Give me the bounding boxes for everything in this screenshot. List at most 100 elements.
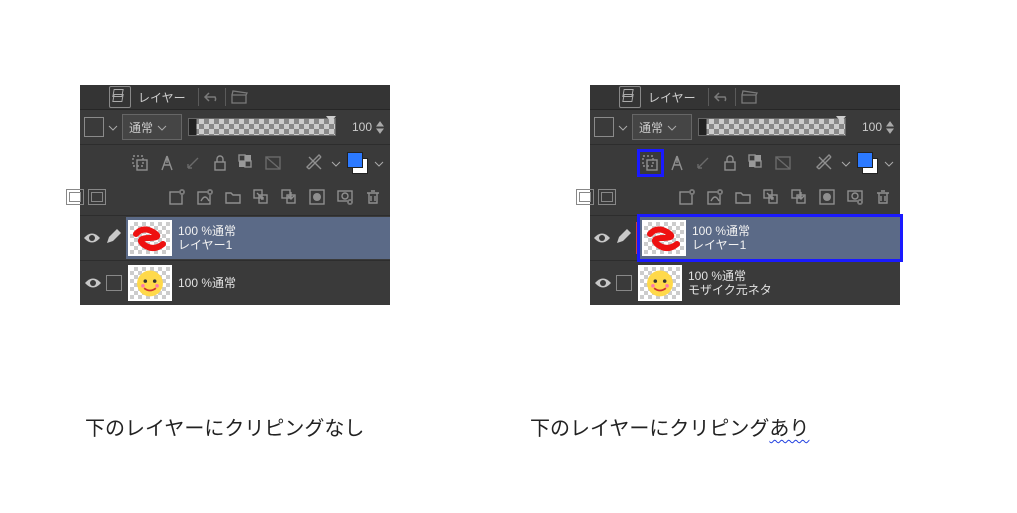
create-mask-icon[interactable] — [306, 186, 328, 208]
undo-icon[interactable] — [201, 87, 223, 107]
opacity-value: 100 — [342, 120, 372, 134]
delete-layer-icon[interactable] — [362, 186, 384, 208]
caption-right: 下のレイヤーにクリピングあり — [530, 412, 809, 441]
layer-row[interactable]: 100 %通常 — [126, 262, 390, 304]
new-vector-layer-icon[interactable] — [704, 186, 726, 208]
new-raster-layer-icon[interactable] — [676, 186, 698, 208]
divider — [735, 88, 736, 106]
layer-name: レイヤー1 — [692, 238, 750, 252]
undo-icon[interactable] — [711, 87, 733, 107]
layer-item[interactable]: 100 %通常 モザイク元ネタ — [590, 260, 900, 305]
menu-icon[interactable] — [594, 88, 612, 106]
chevron-down-icon[interactable] — [618, 122, 628, 132]
draft-layer-icon[interactable] — [183, 152, 204, 174]
layer-name: レイヤー1 — [178, 238, 236, 252]
layer-thumbnail — [642, 220, 686, 256]
transfer-down-icon[interactable] — [250, 186, 272, 208]
layer-operation-icons-row-2 — [590, 181, 900, 215]
ruler-toggle-icon[interactable] — [815, 152, 836, 174]
clapperboard-icon[interactable] — [228, 87, 250, 107]
new-raster-layer-icon[interactable] — [166, 186, 188, 208]
divider — [198, 88, 199, 106]
chevron-down-icon — [667, 122, 677, 132]
palette-dock-icon[interactable] — [576, 189, 594, 205]
layer-opacity-blend: 100 %通常 — [178, 276, 236, 290]
ruler-toggle-icon[interactable] — [305, 152, 326, 174]
opacity-value: 100 — [852, 120, 882, 134]
transfer-down-icon[interactable] — [760, 186, 782, 208]
layer-color-swatch[interactable] — [857, 152, 878, 174]
edit-pencil-icon[interactable] — [615, 229, 633, 247]
merge-down-icon[interactable] — [788, 186, 810, 208]
opacity-spinner[interactable] — [886, 118, 896, 136]
layer-opacity-blend: 100 %通常 — [178, 224, 236, 238]
chevron-down-icon[interactable] — [841, 158, 851, 168]
chevron-down-icon[interactable] — [884, 158, 894, 168]
layers-icon[interactable] — [109, 86, 131, 108]
apply-mask-icon[interactable] — [844, 186, 866, 208]
visibility-eye-icon[interactable] — [84, 276, 102, 290]
delete-layer-icon[interactable] — [872, 186, 894, 208]
mask-toggle-icon[interactable] — [773, 152, 794, 174]
merge-down-icon[interactable] — [278, 186, 300, 208]
panel-title: レイヤー — [134, 89, 196, 106]
layer-thumbnail — [638, 265, 682, 301]
caption-left: 下のレイヤーにクリピングなし — [85, 412, 364, 441]
new-folder-icon[interactable] — [222, 186, 244, 208]
layer-item[interactable]: 100 %通常 レイヤー1 — [80, 215, 390, 260]
layer-select-box[interactable] — [106, 275, 122, 291]
visibility-eye-icon[interactable] — [83, 231, 101, 245]
panel-titlebar: レイヤー — [80, 85, 390, 110]
reference-layer-icon[interactable] — [667, 152, 688, 174]
chevron-down-icon[interactable] — [108, 122, 118, 132]
layer-item[interactable]: 100 %通常 — [80, 260, 390, 305]
create-mask-icon[interactable] — [816, 186, 838, 208]
edit-pencil-icon[interactable] — [105, 229, 123, 247]
draft-layer-icon[interactable] — [693, 152, 714, 174]
layer-controls-row: 通常 100 — [590, 110, 900, 145]
lock-transparent-icon[interactable] — [746, 152, 767, 174]
layer-color-swatch[interactable] — [347, 152, 368, 174]
new-vector-layer-icon[interactable] — [194, 186, 216, 208]
layer-color-box[interactable] — [594, 117, 614, 137]
divider — [225, 88, 226, 106]
lock-transparent-icon[interactable] — [236, 152, 257, 174]
opacity-slider[interactable] — [698, 118, 846, 136]
palette-dock-icon[interactable] — [88, 189, 106, 205]
layer-thumbnail — [128, 220, 172, 256]
chevron-down-icon[interactable] — [331, 158, 341, 168]
layer-select-box[interactable] — [616, 275, 632, 291]
lock-icon[interactable] — [210, 152, 231, 174]
mask-toggle-icon[interactable] — [263, 152, 284, 174]
blend-mode-value: 通常 — [639, 119, 663, 136]
blend-mode-select[interactable]: 通常 — [122, 114, 182, 140]
layer-row-highlighted[interactable]: 100 %通常 レイヤー1 — [637, 214, 903, 262]
caption-right-wavy: あり — [769, 418, 809, 440]
palette-dock-icon[interactable] — [66, 189, 84, 205]
layer-color-box[interactable] — [84, 117, 104, 137]
opacity-slider[interactable] — [188, 118, 336, 136]
layers-list: 100 %通常 レイヤー1 100 %通常 モザイク元ネタ — [590, 215, 900, 305]
reference-layer-icon[interactable] — [157, 152, 178, 174]
layers-icon[interactable] — [619, 86, 641, 108]
visibility-eye-icon[interactable] — [594, 276, 612, 290]
menu-icon[interactable] — [84, 88, 102, 106]
lock-icon[interactable] — [720, 152, 741, 174]
caption-right-prefix: 下のレイヤーにクリピング — [530, 418, 769, 440]
layer-item[interactable]: 100 %通常 レイヤー1 — [590, 215, 900, 260]
clip-to-layer-below-icon-highlighted[interactable] — [637, 149, 664, 177]
apply-mask-icon[interactable] — [334, 186, 356, 208]
blend-mode-select[interactable]: 通常 — [632, 114, 692, 140]
opacity-spinner[interactable] — [376, 118, 386, 136]
layers-list: 100 %通常 レイヤー1 100 %通常 — [80, 215, 390, 305]
visibility-eye-icon[interactable] — [593, 231, 611, 245]
new-folder-icon[interactable] — [732, 186, 754, 208]
layer-row[interactable]: 100 %通常 レイヤー1 — [126, 217, 390, 259]
palette-dock-icon[interactable] — [598, 189, 616, 205]
layer-name: モザイク元ネタ — [688, 283, 772, 297]
clapperboard-icon[interactable] — [738, 87, 760, 107]
clip-to-layer-below-icon[interactable] — [130, 152, 151, 174]
chevron-down-icon[interactable] — [374, 158, 384, 168]
layer-row[interactable]: 100 %通常 モザイク元ネタ — [636, 262, 900, 304]
layer-opacity-blend: 100 %通常 — [688, 269, 772, 283]
